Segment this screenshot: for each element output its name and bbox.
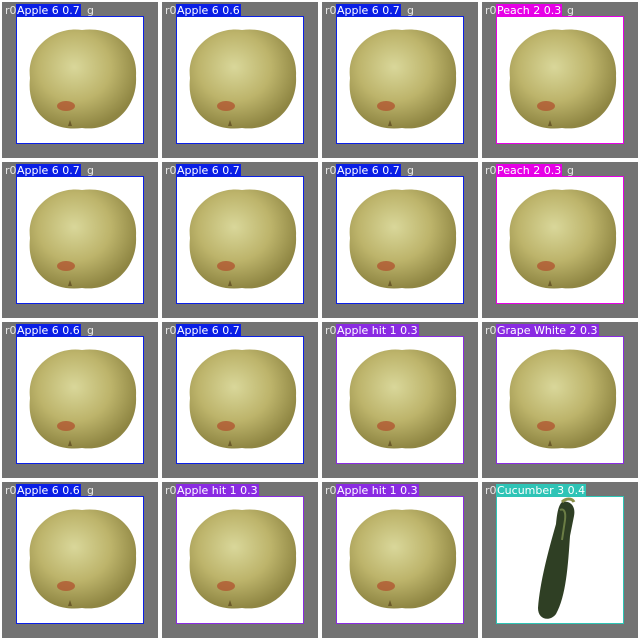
filename-text: r0 g: [325, 164, 414, 177]
filename-suffix: g: [567, 164, 574, 177]
filename-text: r0 g: [485, 4, 574, 17]
detection-label: Apple 6 0.6: [16, 324, 81, 337]
apple-image: [496, 336, 624, 464]
detection-tile: r0 g Apple 6 0.6: [2, 322, 158, 478]
filename-suffix: g: [87, 4, 94, 17]
filename-text: r0 g: [5, 164, 94, 177]
detection-label: Apple 6 0.7: [16, 164, 81, 177]
filename-prefix: r0: [5, 164, 17, 177]
detection-label: Apple 6 0.7: [176, 164, 241, 177]
detection-tile: r0 g Peach 2 0.3: [482, 2, 638, 158]
detection-label: Peach 2 0.3: [496, 4, 563, 17]
filename-prefix: r0: [485, 4, 497, 17]
detection-tile: r0 g Apple 6 0.6: [2, 482, 158, 638]
detection-label: Grape White 2 0.3: [496, 324, 599, 337]
detection-tile: r0 Apple hit 1 0.3: [322, 322, 478, 478]
filename-suffix: g: [87, 164, 94, 177]
detection-label: Apple 6 0.7: [336, 164, 401, 177]
filename-text: r0 g: [5, 4, 94, 17]
filename-prefix: r0: [165, 164, 177, 177]
filename-prefix: r0: [325, 164, 337, 177]
filename-prefix: r0: [485, 324, 497, 337]
filename-prefix: r0: [325, 484, 337, 497]
apple-image: [496, 176, 624, 304]
apple-image: [336, 16, 464, 144]
filename-prefix: r0: [485, 164, 497, 177]
filename-prefix: r0: [325, 324, 337, 337]
detection-tile: r0 Apple 6 0.7: [162, 322, 318, 478]
filename-text: r0: [165, 4, 177, 17]
apple-image: [176, 496, 304, 624]
detection-tile: r08Cucumber 3 0.4: [482, 482, 638, 638]
detection-tile: r0 g Apple 6 0.7: [2, 2, 158, 158]
detection-tile: r0 Apple 6 0.6: [162, 2, 318, 158]
cucumber-image: [496, 496, 624, 624]
apple-image: [176, 336, 304, 464]
detection-label: Apple 6 0.6: [16, 484, 81, 497]
filename-text: r0: [165, 164, 177, 177]
filename-prefix: r0: [165, 4, 177, 17]
detection-label: Apple 6 0.6: [176, 4, 241, 17]
detection-label: Apple 6 0.7: [176, 324, 241, 337]
filename-text: r0: [325, 324, 337, 337]
detection-tile: r0 Apple hit 1 0.3: [322, 482, 478, 638]
apple-image: [336, 496, 464, 624]
apple-image: [16, 176, 144, 304]
apple-image: [16, 336, 144, 464]
apple-image: [176, 176, 304, 304]
detection-tile: r0 Apple hit 1 0.3: [162, 482, 318, 638]
detection-label: Apple 6 0.7: [16, 4, 81, 17]
apple-image: [496, 16, 624, 144]
filename-text: r0: [165, 484, 177, 497]
detection-tile: r0 g Apple 6 0.7: [2, 162, 158, 318]
filename-text: r0: [165, 324, 177, 337]
filename-suffix: g: [87, 324, 94, 337]
filename-text: r0 g: [5, 484, 94, 497]
filename-prefix: r0: [325, 4, 337, 17]
detection-tile: r0 Apple 6 0.7: [162, 162, 318, 318]
filename-prefix: r0: [5, 4, 17, 17]
apple-image: [336, 336, 464, 464]
filename-text: r0: [485, 324, 497, 337]
detection-tile: r0 Grape White 2 0.3: [482, 322, 638, 478]
filename-suffix: g: [87, 484, 94, 497]
filename-text: r0 g: [485, 164, 574, 177]
apple-image: [336, 176, 464, 304]
filename-suffix: g: [407, 164, 414, 177]
apple-image: [176, 16, 304, 144]
filename-text: r08: [485, 484, 574, 497]
filename-suffix: g: [567, 4, 574, 17]
detection-label: Peach 2 0.3: [496, 164, 563, 177]
detection-tile: r0 g Peach 2 0.3: [482, 162, 638, 318]
detection-mosaic: r0 g Apple 6 0.7 r0 Apple 6 0.6 r0 g Apple 6 0.…: [0, 0, 640, 640]
detection-label: Apple hit 1 0.3: [176, 484, 259, 497]
detection-label: Apple hit 1 0.3: [336, 324, 419, 337]
filename-prefix: r0: [165, 324, 177, 337]
detection-tile: r0 g Apple 6 0.7: [322, 2, 478, 158]
filename-text: r0 g: [325, 4, 414, 17]
filename-text: r0 g: [5, 324, 94, 337]
detection-label: Apple hit 1 0.3: [336, 484, 419, 497]
detection-tile: r0 g Apple 6 0.7: [322, 162, 478, 318]
detection-label: Cucumber 3 0.4: [496, 484, 587, 497]
filename-prefix: r0: [5, 484, 17, 497]
apple-image: [16, 496, 144, 624]
filename-suffix: g: [407, 4, 414, 17]
filename-prefix: r0: [485, 484, 497, 497]
filename-text: r0: [325, 484, 337, 497]
filename-prefix: r0: [5, 324, 17, 337]
filename-prefix: r0: [165, 484, 177, 497]
apple-image: [16, 16, 144, 144]
detection-label: Apple 6 0.7: [336, 4, 401, 17]
